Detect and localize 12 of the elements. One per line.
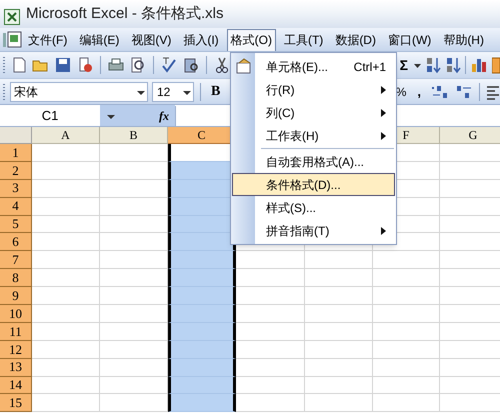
font-size-value: 12 (157, 84, 170, 100)
menu-item-label: 列(C) (266, 104, 295, 122)
menu-item-label: 行(R) (266, 82, 295, 98)
menu-item-label: 单元格(E)... (266, 58, 328, 76)
menu-item-label: 工作表(H) (266, 128, 319, 144)
menu-item-label: 条件格式(D)... (266, 176, 341, 194)
window-title: Microsoft Excel - 条件格式.xls (26, 4, 224, 24)
font-name: 宋体 (14, 84, 38, 100)
menu-shortcut: Ctrl+1 (354, 58, 386, 76)
menu-item-label: 样式(S)... (266, 200, 316, 216)
menu-item-label: 自动套用格式(A)... (266, 154, 364, 170)
menu-item-label: 拼音指南(T) (266, 222, 330, 240)
